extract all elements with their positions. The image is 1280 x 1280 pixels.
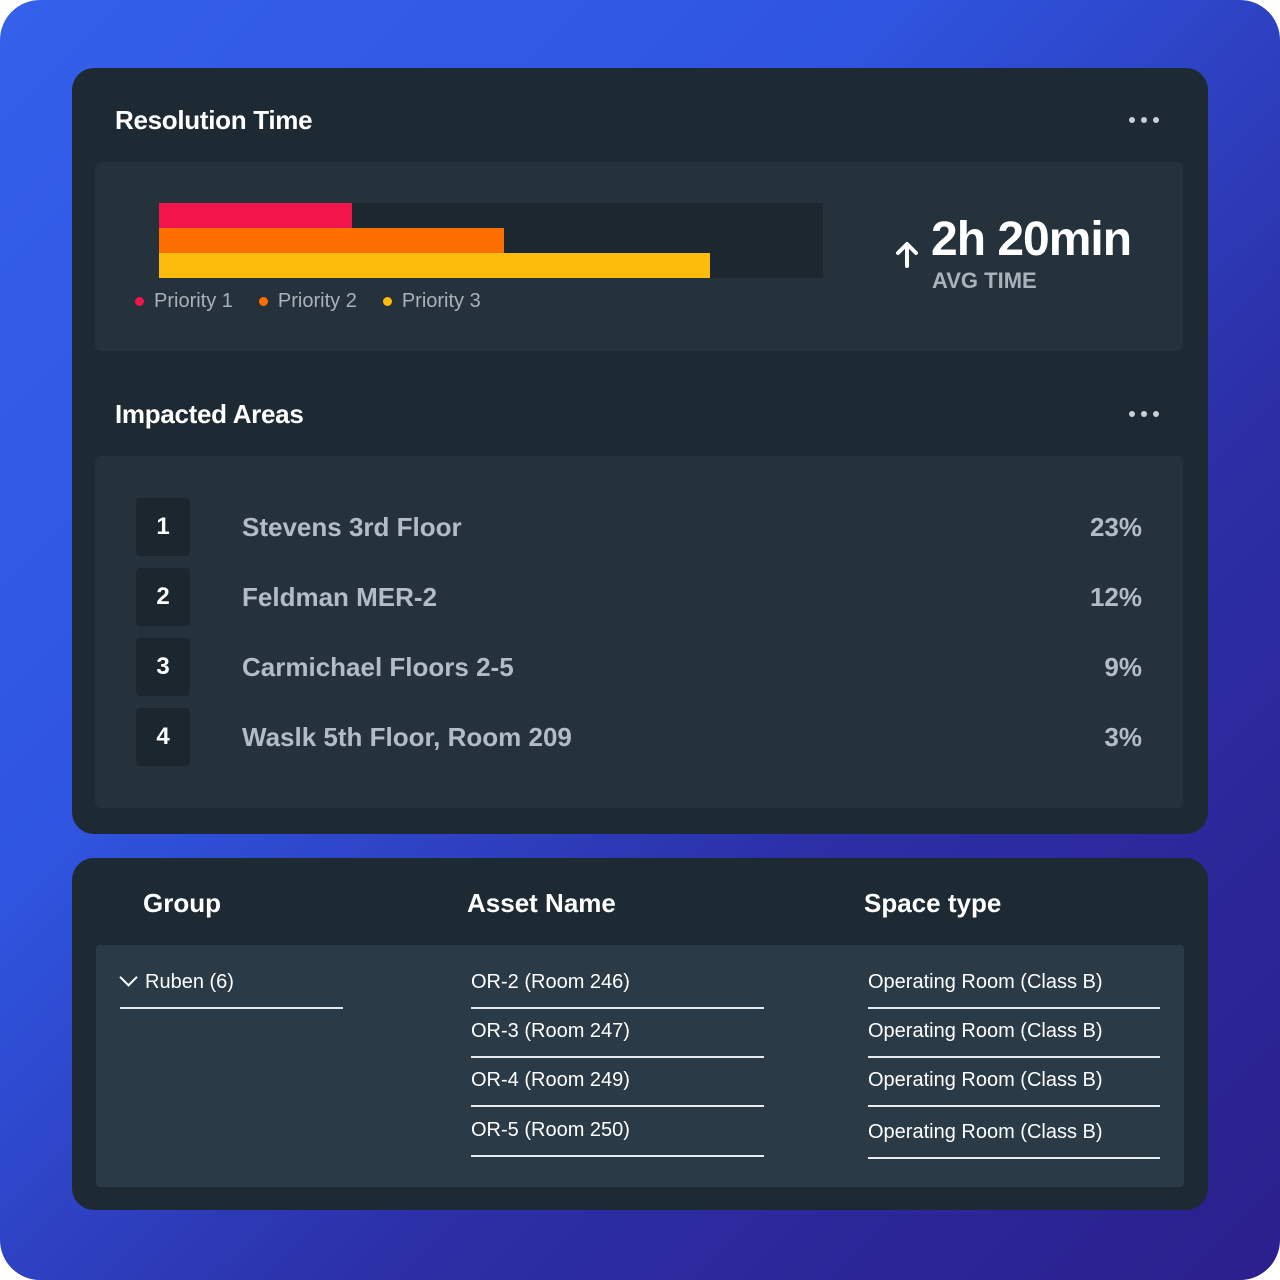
rank-badge: 4 (136, 708, 190, 766)
area-percent: 9% (1104, 652, 1142, 682)
asset-name-column-header: Asset Name (467, 888, 616, 918)
area-name: Stevens 3rd Floor (242, 512, 462, 542)
chevron-down-icon (119, 968, 138, 987)
priority-2-dot-icon (258, 297, 268, 306)
priority-3-dot-icon (382, 297, 392, 306)
dashboard-card: Resolution Time Priority 1 Priority 2 Pr… (72, 68, 1208, 834)
area-percent: 23% (1089, 512, 1142, 542)
legend-label: Priority 2 (277, 290, 357, 312)
resolution-more-options-icon[interactable] (1129, 113, 1159, 127)
impacted-more-options-icon[interactable] (1129, 407, 1159, 421)
priority-2-bar (159, 228, 504, 253)
resolution-time-title: Resolution Time (115, 105, 313, 135)
space-type-column-header: Space type (864, 888, 1002, 918)
rank-badge: 2 (136, 568, 190, 626)
asset-table-body: Ruben (6) OR-2 (Room 246) OR-3 (Room 247… (96, 945, 1184, 1187)
asset-name-cell[interactable]: OR-4 (Room 249) (471, 1069, 764, 1107)
legend-label: Priority 3 (401, 290, 481, 312)
priority-3-bar (159, 253, 710, 278)
area-name: Waslk 5th Floor, Room 209 (242, 722, 572, 752)
priority-bar-chart (159, 203, 823, 278)
impacted-areas-title: Impacted Areas (115, 399, 304, 429)
impacted-areas-panel: 1 Stevens 3rd Floor 23% 2 Feldman MER-2 … (95, 456, 1183, 808)
asset-table-card: Group Asset Name Space type Ruben (6) OR… (72, 858, 1208, 1210)
area-percent: 3% (1104, 722, 1142, 752)
priority-1-bar (159, 203, 352, 228)
space-type-cell[interactable]: Operating Room (Class B) (868, 1121, 1160, 1159)
legend-item-priority-2: Priority 2 (258, 290, 357, 313)
space-type-cell[interactable]: Operating Room (Class B) (868, 1020, 1160, 1058)
group-column-header: Group (143, 888, 221, 918)
asset-name-cell[interactable]: OR-5 (Room 250) (471, 1119, 764, 1157)
avg-time-label: AVG TIME (932, 268, 1037, 293)
asset-name-cell[interactable]: OR-2 (Room 246) (471, 971, 764, 1009)
arrow-up-icon (896, 242, 918, 268)
priority-legend: Priority 1 Priority 2 Priority 3 (135, 290, 481, 313)
resolution-panel: Priority 1 Priority 2 Priority 3 2h 20mi… (95, 162, 1183, 351)
list-item[interactable]: 1 Stevens 3rd Floor 23% (136, 498, 1142, 556)
area-name: Feldman MER-2 (242, 582, 438, 612)
legend-item-priority-3: Priority 3 (382, 290, 481, 313)
avg-time-value: 2h 20min (931, 213, 1132, 266)
background-frame: Resolution Time Priority 1 Priority 2 Pr… (0, 0, 1280, 1280)
space-type-cell[interactable]: Operating Room (Class B) (868, 971, 1160, 1009)
priority-1-dot-icon (135, 297, 144, 306)
space-type-cell[interactable]: Operating Room (Class B) (868, 1069, 1160, 1107)
area-name: Carmichael Floors 2-5 (242, 652, 514, 682)
list-item[interactable]: 3 Carmichael Floors 2-5 9% (136, 638, 1142, 696)
list-item[interactable]: 4 Waslk 5th Floor, Room 209 3% (136, 708, 1142, 766)
area-percent: 12% (1089, 582, 1142, 612)
group-label: Ruben (6) (145, 971, 234, 993)
legend-item-priority-1: Priority 1 (135, 290, 233, 313)
group-toggle[interactable]: Ruben (6) (119, 968, 343, 1009)
rank-badge: 1 (136, 498, 190, 556)
asset-name-cell[interactable]: OR-3 (Room 247) (471, 1020, 764, 1058)
rank-badge: 3 (136, 638, 190, 696)
legend-label: Priority 1 (154, 290, 233, 312)
list-item[interactable]: 2 Feldman MER-2 12% (136, 568, 1142, 626)
